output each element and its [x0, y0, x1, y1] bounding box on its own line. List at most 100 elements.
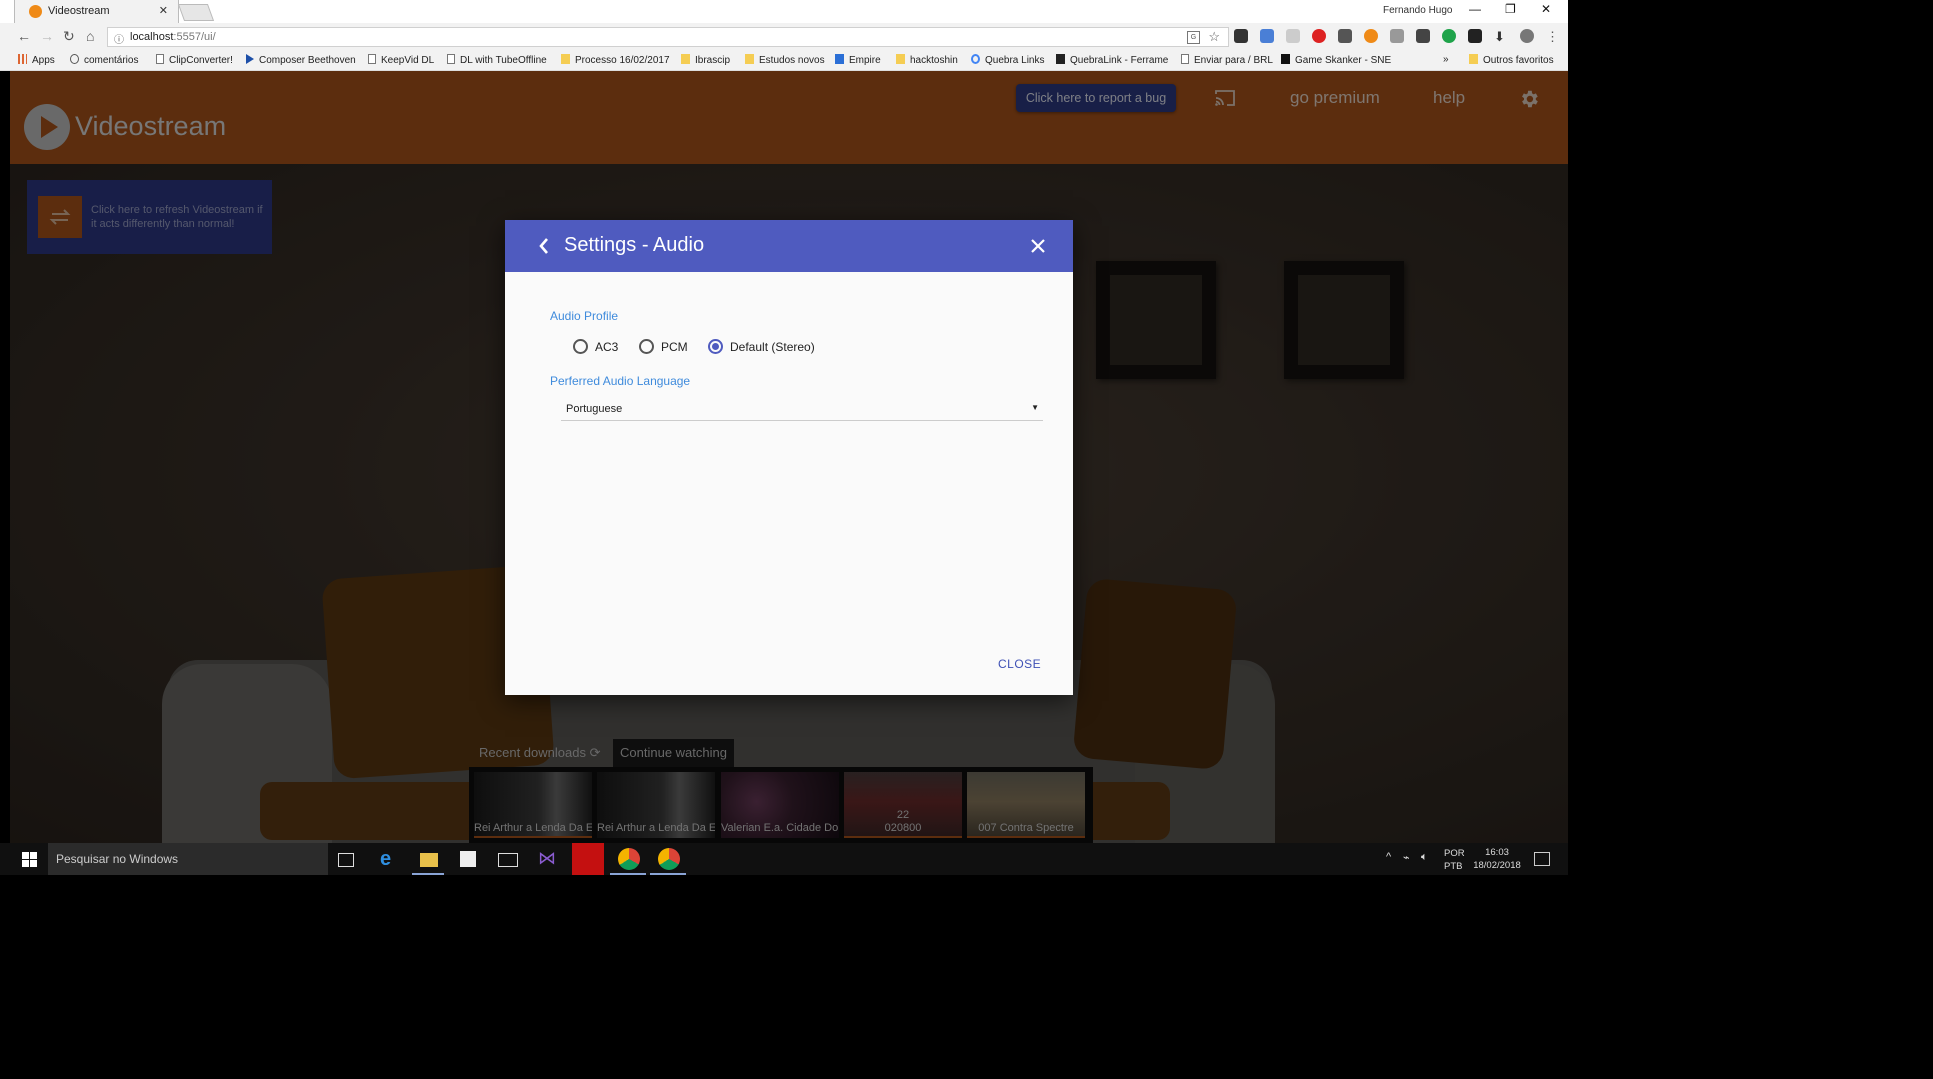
windows-search-box[interactable]: Pesquisar no Windows: [48, 843, 328, 875]
audio-language-label: Perferred Audio Language: [550, 374, 691, 388]
bookmark-item[interactable]: KeepVid DL: [368, 54, 434, 66]
close-button[interactable]: CLOSE: [998, 657, 1041, 671]
bookmark-folder[interactable]: hacktoshin: [896, 54, 958, 66]
bookmark-item[interactable]: Composer Beethoven: [246, 54, 356, 66]
radio-circle: [573, 339, 588, 354]
address-bar[interactable]: ⓘ localhost:5557/ui/ G ☆: [107, 27, 1229, 47]
opera-icon[interactable]: [572, 843, 604, 875]
visual-studio-icon[interactable]: ⋈: [538, 848, 560, 870]
selected-language: Portuguese: [566, 403, 623, 415]
globe-icon: [70, 54, 79, 64]
close-icon[interactable]: [1030, 238, 1046, 254]
file-explorer-icon[interactable]: [420, 853, 438, 867]
download-icon[interactable]: ⬇: [1494, 29, 1508, 44]
tab-title: Videostream: [48, 5, 110, 17]
lock-icon: [1056, 54, 1065, 64]
extension-icon[interactable]: [1416, 29, 1430, 43]
bookmark-item[interactable]: QuebraLink - Ferrame: [1056, 54, 1168, 66]
videostream-favicon-icon: [29, 5, 42, 18]
system-clock[interactable]: 16:03 18/02/2018: [1473, 846, 1521, 872]
clock-date: 18/02/2018: [1473, 860, 1521, 871]
radio-label: AC3: [595, 340, 619, 354]
game-icon: [1281, 54, 1290, 64]
page-icon: [368, 54, 376, 64]
volume-icon[interactable]: 🔈︎: [1421, 851, 1428, 864]
apps-grid-icon: [18, 54, 27, 64]
chrome-menu-icon[interactable]: ⋮: [1546, 29, 1560, 44]
bookmarks-overflow-icon[interactable]: »: [1443, 54, 1449, 65]
bookmark-item[interactable]: Quebra Links: [971, 54, 1044, 66]
tray-expand-icon[interactable]: ^: [1386, 851, 1391, 863]
google-icon: [971, 54, 980, 64]
bookmark-item[interactable]: Enviar para / BRL: [1181, 54, 1273, 66]
bookmark-apps[interactable]: Apps: [18, 54, 55, 66]
folder-icon: [896, 54, 905, 64]
clock-time: 16:03: [1485, 847, 1509, 858]
language-code: POR: [1444, 848, 1465, 859]
extension-icon[interactable]: [1234, 29, 1248, 43]
tab-close-icon[interactable]: ✕: [159, 4, 168, 17]
radio-label: PCM: [661, 340, 688, 354]
store-icon[interactable]: [460, 851, 476, 867]
task-view-icon[interactable]: [338, 853, 354, 867]
back-arrow-icon[interactable]: [537, 236, 551, 256]
translate-icon[interactable]: G: [1187, 31, 1200, 44]
bookmark-folder[interactable]: Ibrascip: [681, 54, 730, 66]
bookmark-item[interactable]: Game Skanker - SNES: [1281, 54, 1391, 66]
windows-taskbar: Pesquisar no Windows e ⋈ ^ ⌁ 🔈︎ POR PTB …: [0, 843, 1568, 875]
extension-icon[interactable]: [1390, 29, 1404, 43]
bookmark-folder[interactable]: Processo 16/02/2017: [561, 54, 670, 66]
bookmark-item[interactable]: DL with TubeOffline: [447, 54, 547, 66]
extension-icon[interactable]: [1468, 29, 1482, 43]
new-tab-button[interactable]: [177, 4, 215, 21]
window-close-icon[interactable]: ✕: [1541, 2, 1551, 16]
edge-icon[interactable]: e: [380, 848, 402, 870]
bookmark-item[interactable]: ClipConverter!: [156, 54, 233, 66]
restore-icon[interactable]: ❐: [1505, 2, 1516, 16]
translate-extension-icon[interactable]: [1260, 29, 1274, 43]
bookmark-item[interactable]: Empire: [835, 54, 881, 66]
keyboard-layout: PTB: [1444, 861, 1463, 872]
empire-icon: [835, 54, 844, 64]
forward-icon[interactable]: →: [40, 28, 54, 44]
bookmark-star-icon[interactable]: ☆: [1208, 29, 1220, 45]
network-icon[interactable]: ⌁: [1403, 851, 1410, 864]
language-indicator[interactable]: POR PTB: [1444, 847, 1465, 873]
dialog-header: Settings - Audio: [505, 220, 1073, 272]
mail-icon[interactable]: [498, 853, 518, 867]
active-indicator: [610, 873, 646, 875]
radio-label: Default (Stereo): [730, 340, 815, 354]
extension-icon[interactable]: [1286, 29, 1300, 43]
page-icon: [1181, 54, 1189, 64]
dialog-title: Settings - Audio: [564, 234, 705, 256]
back-icon[interactable]: ←: [17, 28, 31, 44]
adblock-icon[interactable]: [1312, 29, 1326, 43]
chrome-icon[interactable]: [658, 848, 680, 870]
windows-start-icon[interactable]: [22, 852, 37, 867]
home-icon[interactable]: ⌂: [86, 28, 94, 44]
bookmark-folder[interactable]: Estudos novos: [745, 54, 825, 66]
other-bookmarks[interactable]: Outros favoritos: [1469, 54, 1554, 66]
profile-name[interactable]: Fernando Hugo: [1383, 5, 1453, 16]
bookmark-item[interactable]: comentários: [70, 54, 138, 66]
audio-language-select[interactable]: Portuguese ▼: [561, 398, 1043, 421]
page-icon: [447, 54, 455, 64]
folder-icon: [1469, 54, 1478, 64]
folder-icon: [561, 54, 570, 64]
play-icon: [246, 54, 254, 64]
browser-tab[interactable]: Videostream ✕: [14, 0, 179, 23]
info-icon[interactable]: ⓘ: [114, 31, 124, 46]
bookmarks-bar: Apps comentários ClipConverter! Composer…: [0, 51, 1568, 71]
notifications-icon[interactable]: [1534, 852, 1550, 866]
videostream-extension-icon[interactable]: [1364, 29, 1378, 43]
extension-icon[interactable]: [1338, 29, 1352, 43]
extension-icon[interactable]: [1442, 29, 1456, 43]
radio-circle-selected: [708, 339, 723, 354]
radio-dot: [712, 343, 719, 350]
minimize-icon[interactable]: —: [1469, 2, 1481, 16]
chrome-icon[interactable]: [618, 848, 640, 870]
extension-icon[interactable]: [1520, 29, 1534, 43]
audio-profile-label: Audio Profile: [550, 309, 619, 323]
reload-icon[interactable]: ↻: [63, 28, 75, 45]
dropdown-arrow-icon: ▼: [1031, 403, 1039, 412]
